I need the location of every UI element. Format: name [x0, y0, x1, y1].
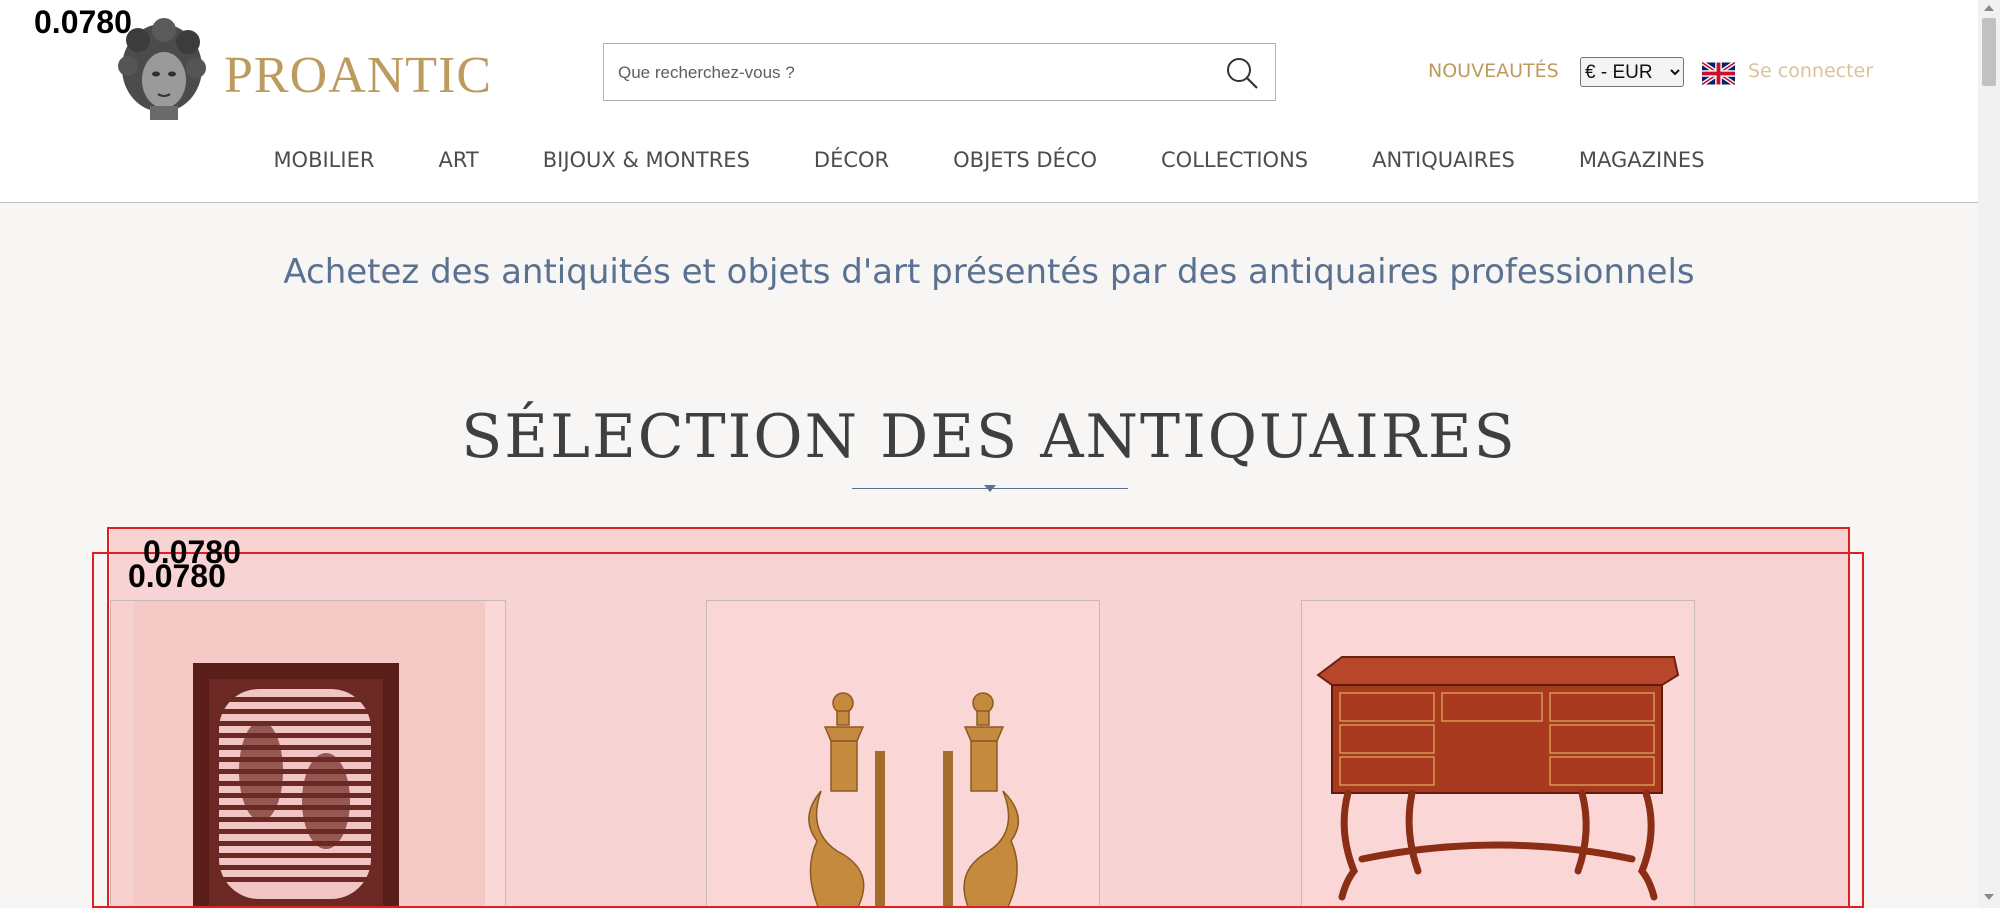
nav-item-bijoux-montres[interactable]: BIJOUX & MONTRES: [543, 148, 750, 172]
nav-item-magazines[interactable]: MAGAZINES: [1579, 148, 1705, 172]
currency-select[interactable]: € - EUR: [1580, 57, 1684, 87]
main-nav: MOBILIER ART BIJOUX & MONTRES DÉCOR OBJE…: [0, 148, 1978, 182]
nav-item-art[interactable]: ART: [438, 148, 478, 172]
nav-item-antiquaires[interactable]: ANTIQUAIRES: [1372, 148, 1515, 172]
scroll-up-icon[interactable]: [1984, 5, 1994, 11]
uk-flag-icon[interactable]: [1702, 61, 1735, 86]
section-title: SÉLECTION DES ANTIQUAIRES: [461, 402, 1517, 472]
logo-text[interactable]: PROANTIC: [224, 46, 492, 105]
nav-item-decor[interactable]: DÉCOR: [814, 148, 889, 172]
score-label: 0.0780: [34, 4, 132, 40]
nav-item-objets-deco[interactable]: OBJETS DÉCO: [953, 148, 1097, 172]
search-input[interactable]: [616, 44, 1200, 102]
vertical-scrollbar[interactable]: [1978, 0, 2000, 908]
nav-item-collections[interactable]: COLLECTIONS: [1161, 148, 1308, 172]
score-label: 0.0780: [128, 558, 226, 594]
divider-diamond-icon: [984, 485, 996, 492]
login-link[interactable]: Se connecter: [1748, 60, 1873, 82]
detection-box: [92, 552, 1864, 908]
tagline: Achetez des antiquités et objets d'art p…: [283, 252, 1695, 292]
scroll-down-icon[interactable]: [1984, 894, 1994, 900]
search-icon[interactable]: [1223, 54, 1261, 92]
site-header: PROANTIC NOUVEAUTÉS € - EUR Se connecter…: [0, 0, 1978, 203]
nav-item-mobilier[interactable]: MOBILIER: [273, 148, 374, 172]
nouveautes-link[interactable]: NOUVEAUTÉS: [1428, 60, 1559, 82]
scrollbar-thumb[interactable]: [1982, 18, 1996, 86]
search-box: [603, 43, 1276, 102]
